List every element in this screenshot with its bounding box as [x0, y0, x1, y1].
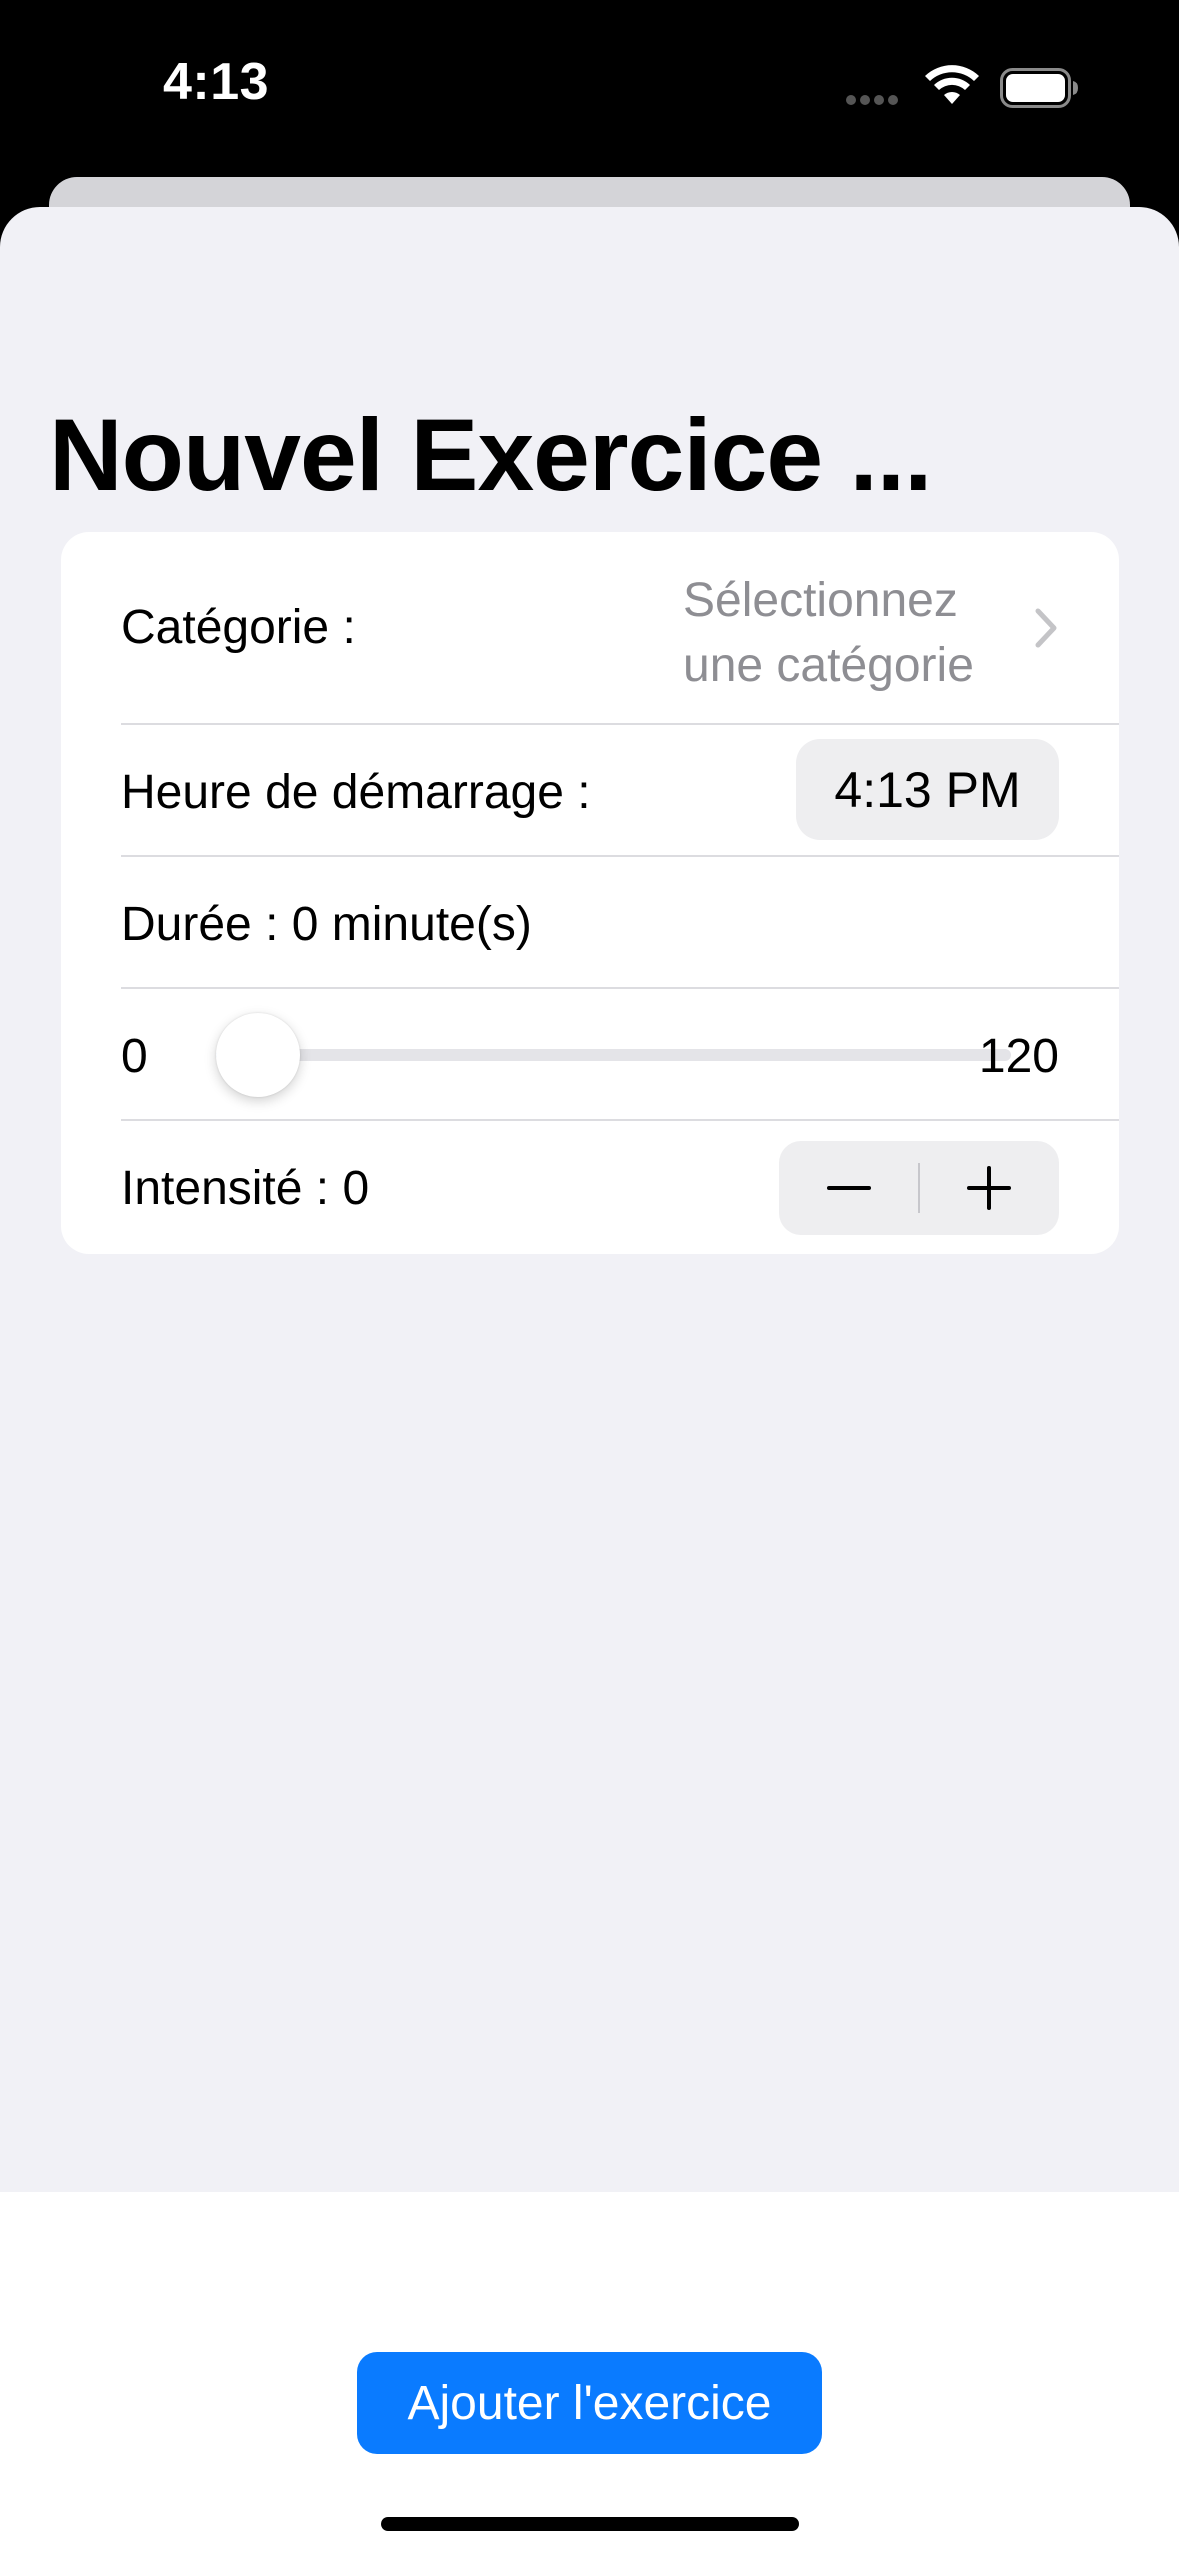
wifi-icon — [925, 65, 979, 104]
plus-icon — [967, 1166, 1011, 1210]
battery-icon — [1000, 68, 1078, 108]
status-time: 4:13 — [163, 53, 270, 111]
start-time-picker[interactable]: 4:13 PM — [796, 739, 1059, 840]
chevron-right-icon — [1035, 608, 1057, 648]
status-bar: 4:13 — [0, 0, 1179, 175]
duration-row: Durée : 0 minute(s) — [61, 857, 1119, 988]
form-card: Catégorie : Sélectionnez une catégorie H… — [61, 532, 1119, 1254]
start-time-row: Heure de démarrage : 4:13 PM — [61, 725, 1119, 856]
intensity-row: Intensité : 0 — [61, 1121, 1119, 1254]
slider-max-label: 120 — [978, 1030, 1059, 1083]
slider-track[interactable] — [216, 1049, 1011, 1061]
duration-slider-row: 0 120 — [61, 989, 1119, 1120]
duration-label: Durée : 0 minute(s) — [121, 898, 532, 951]
slider-thumb[interactable] — [216, 1013, 300, 1097]
increment-button[interactable] — [919, 1141, 1059, 1235]
page-title: Nouvel Exercice ... — [49, 398, 932, 512]
intensity-label: Intensité : 0 — [121, 1162, 370, 1215]
category-value[interactable]: Sélectionnez une catégorie — [683, 568, 1003, 698]
slider-min-label: 0 — [121, 1030, 148, 1083]
signal-icon — [846, 95, 898, 105]
category-label: Catégorie : — [121, 601, 356, 654]
home-indicator — [381, 2517, 799, 2531]
minus-icon — [827, 1186, 871, 1190]
modal-sheet: Nouvel Exercice ... Catégorie : Sélectio… — [0, 207, 1179, 2556]
add-exercise-button[interactable]: Ajouter l'exercice — [357, 2352, 822, 2454]
category-row[interactable]: Catégorie : Sélectionnez une catégorie — [61, 532, 1119, 724]
intensity-stepper — [779, 1141, 1059, 1235]
start-time-label: Heure de démarrage : — [121, 766, 591, 819]
decrement-button[interactable] — [779, 1141, 919, 1235]
